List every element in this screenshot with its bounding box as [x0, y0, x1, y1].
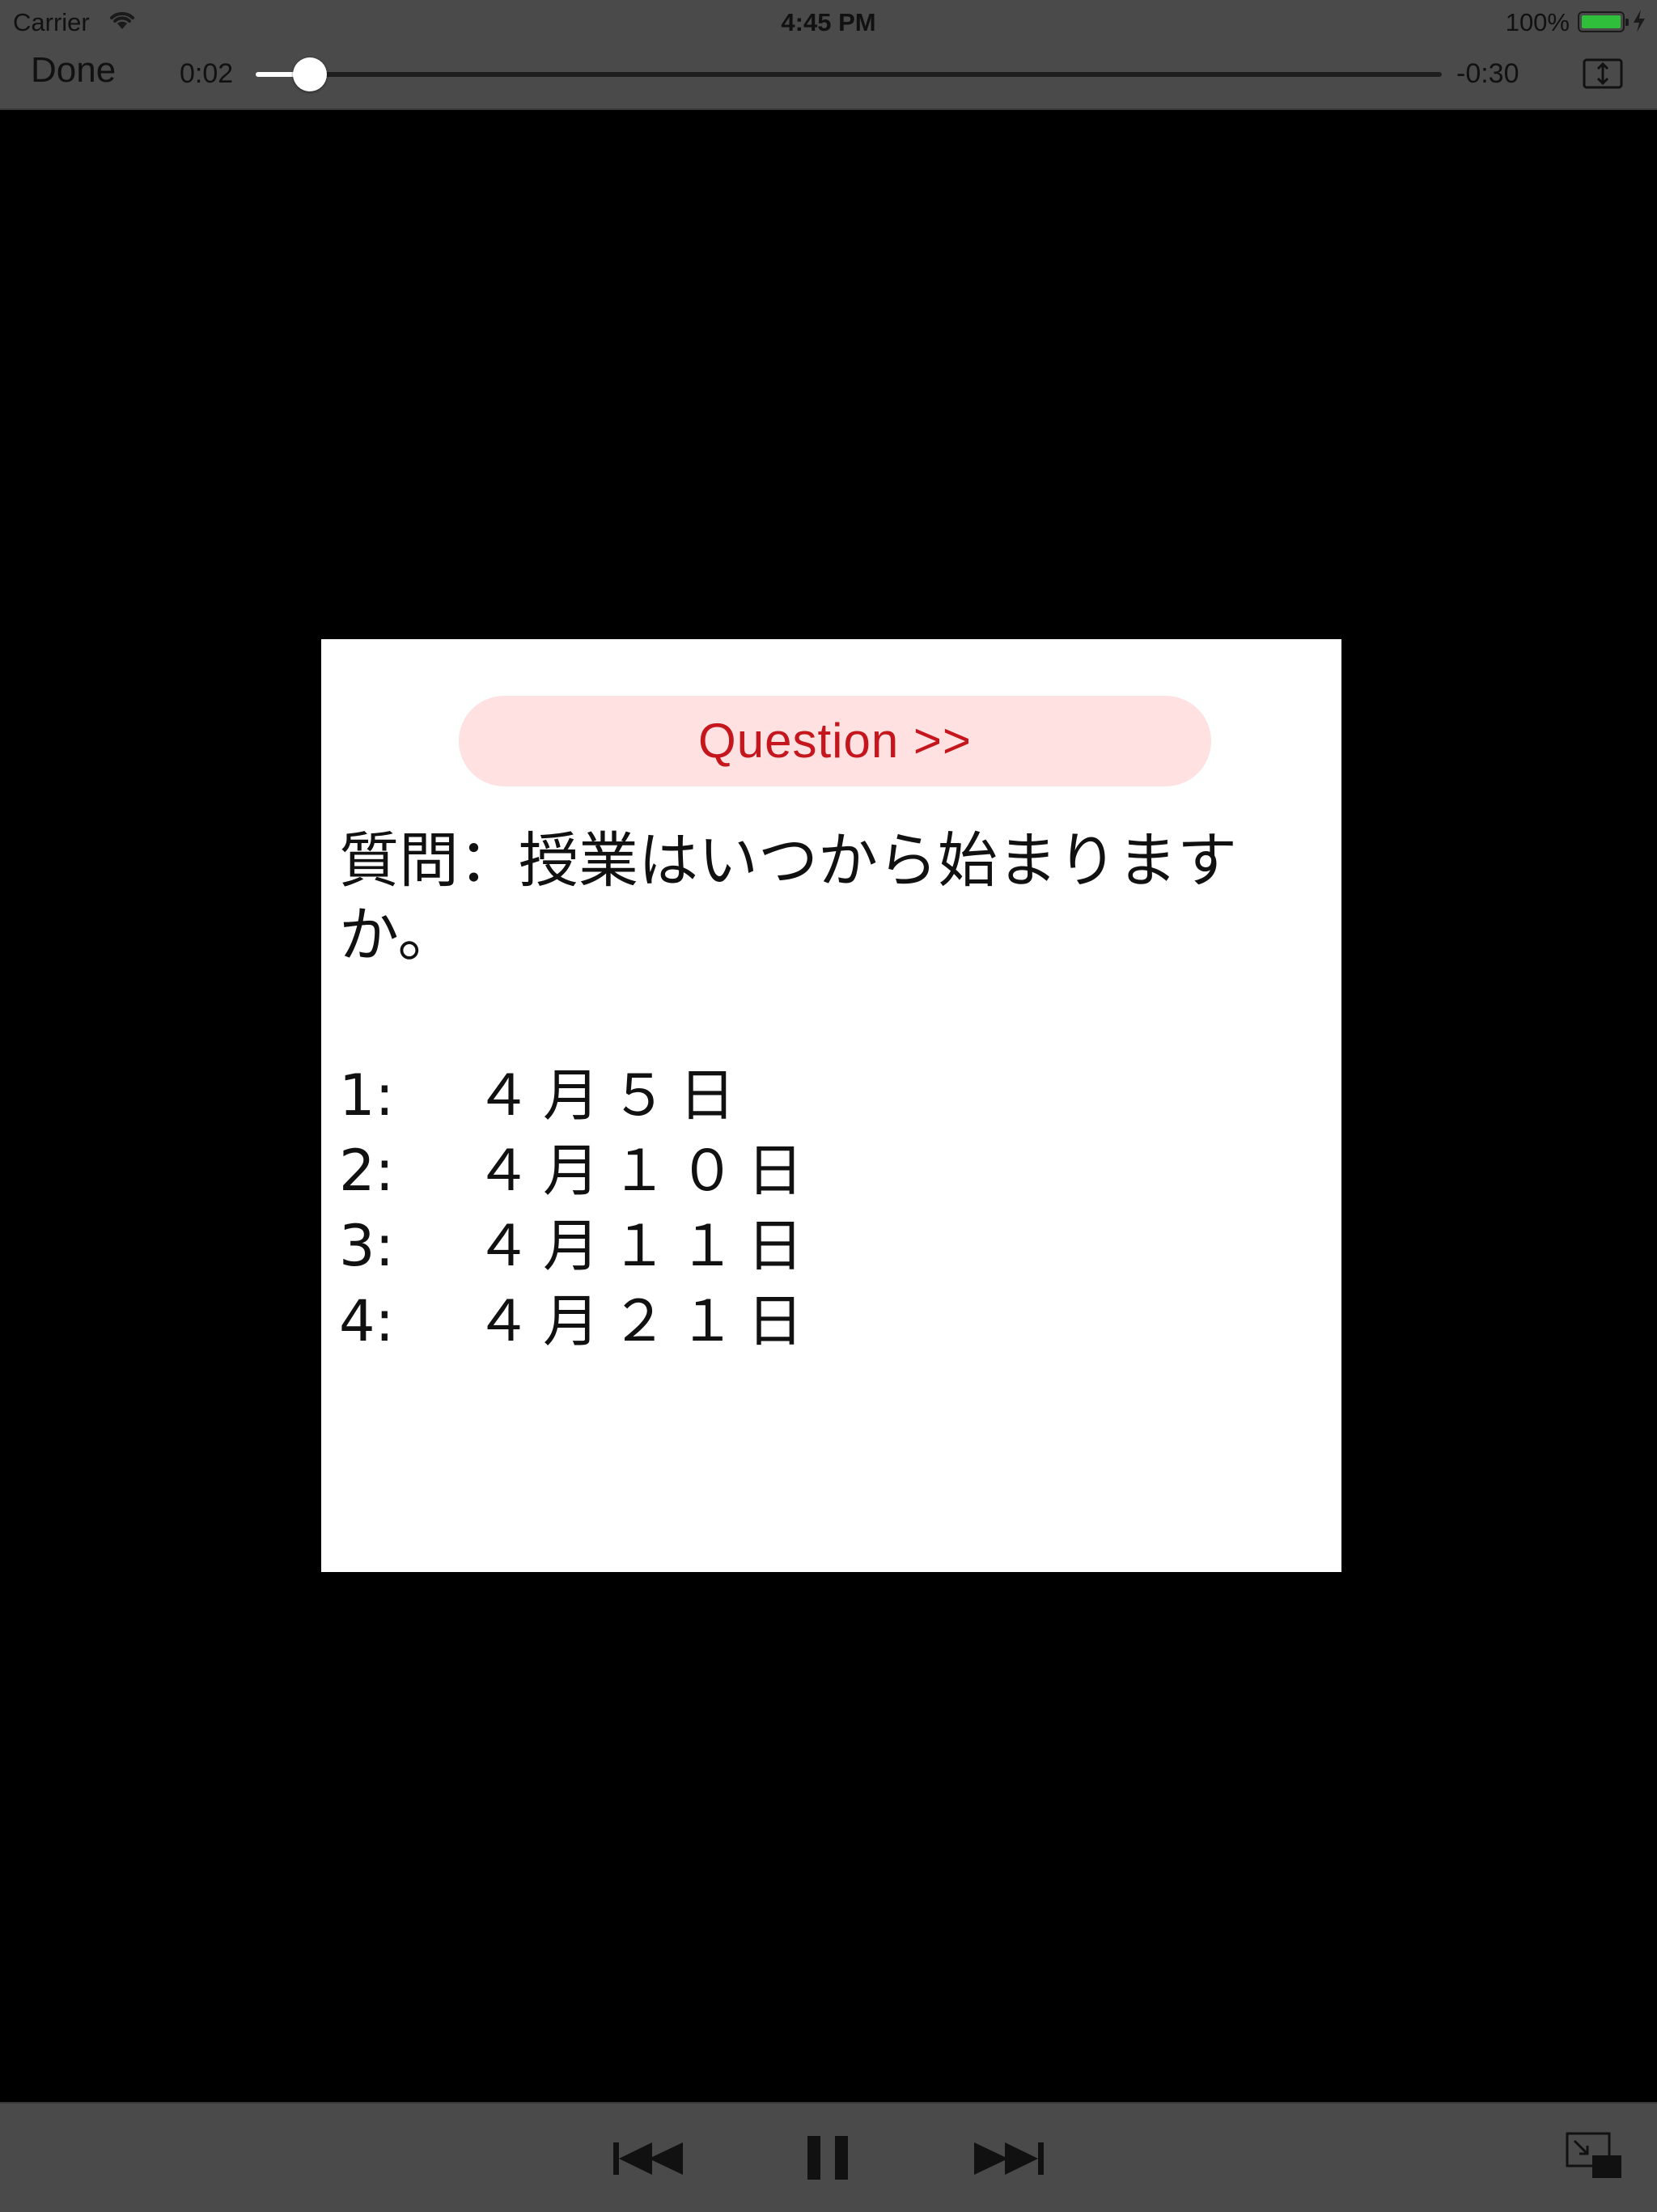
option-3: 3: ４月１１日 [339, 1201, 815, 1282]
picture-in-picture-icon[interactable] [1565, 2131, 1623, 2181]
scrubber-thumb[interactable] [292, 57, 327, 91]
status-time: 4:45 PM [781, 8, 876, 36]
pause-icon[interactable] [804, 2133, 851, 2183]
option-number: 1: [339, 1062, 395, 1129]
remaining-time: -0:30 [1456, 58, 1519, 89]
elapsed-time: 0:02 [180, 58, 234, 89]
skip-forward-icon[interactable] [971, 2138, 1045, 2180]
option-number: 2: [339, 1138, 395, 1204]
video-frame: Question >> 質問：授業はいつから始まりますか。 1: ４月５日 2: ４… [321, 639, 1341, 1572]
option-value: ４月５日 [475, 1062, 747, 1129]
status-bar: Carrier 4:45 PM 100% [0, 0, 1657, 45]
charging-bolt-icon [1634, 10, 1645, 32]
question-text: 質問：授業はいつから始まりますか。 [339, 826, 1237, 970]
scrubber-track[interactable] [256, 57, 1442, 91]
bottom-toolbar [0, 2102, 1657, 2212]
top-toolbar: Carrier 4:45 PM 100% Done 0:02 -0:30 [0, 0, 1657, 110]
done-button[interactable]: Done [31, 50, 116, 91]
option-number: 3: [339, 1213, 395, 1279]
option-value: ４月２１日 [475, 1288, 815, 1354]
option-1: 1: ４月５日 [339, 1050, 747, 1132]
skip-back-icon[interactable] [612, 2138, 686, 2180]
battery-percent: 100% [1505, 8, 1570, 36]
option-4: 4: ４月２１日 [339, 1276, 815, 1358]
question-banner: Question >> [459, 696, 1211, 786]
option-2: 2: ４月１０日 [339, 1125, 815, 1207]
battery-icon [1578, 11, 1629, 32]
aspect-ratio-icon[interactable] [1583, 58, 1623, 89]
option-value: ４月１１日 [475, 1213, 815, 1279]
option-value: ４月１０日 [475, 1138, 815, 1204]
option-number: 4: [339, 1288, 395, 1354]
